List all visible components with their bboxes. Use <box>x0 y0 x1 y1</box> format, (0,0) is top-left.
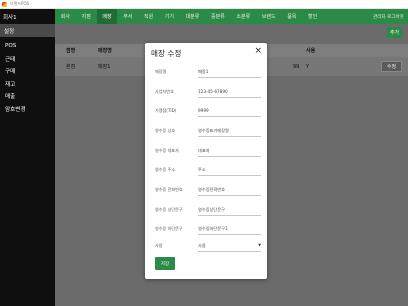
use-select[interactable]: 사용 ▼ <box>198 243 261 252</box>
field-label: 영수증 대표자 <box>155 148 179 153</box>
add-button[interactable]: 추가 <box>387 27 402 38</box>
field-row-business-number: 사업자번호 123-45-67890 <box>145 85 267 99</box>
header-use: 사용 <box>306 48 316 54</box>
receipt-header-input[interactable]: 영수증상단문구 <box>198 207 261 216</box>
top-menu-item-department[interactable]: 부서 <box>117 9 138 24</box>
field-row-receipt-owner: 영수증 대표자 대표자 <box>145 144 267 158</box>
top-menu: 회사 지점 매장 부서 직원 기기 대분류 중분류 소분류 브랜드 품목 할인 <box>55 9 369 24</box>
receipt-phone-input[interactable]: 영수증전화번호 <box>198 187 261 196</box>
sidebar-heading[interactable]: 설정 <box>0 24 55 37</box>
sidebar-item-change-password[interactable]: 암호변경 <box>0 103 55 116</box>
business-number-input[interactable]: 123-45-67890 <box>198 89 261 98</box>
header-branch: 점명 <box>66 48 76 54</box>
close-icon[interactable]: × <box>254 47 262 56</box>
sidebar-item-inventory[interactable]: 재고 <box>0 78 55 91</box>
receipt-owner-input[interactable]: 대표자 <box>198 148 261 157</box>
field-label: 영수증 전화번호 <box>155 187 183 192</box>
field-row-receipt-name: 영수증 상호 영수증표기매장명 <box>145 124 267 138</box>
field-row-tid: 가맹점(TID) 9999 <box>145 104 267 118</box>
field-label: 사업자번호 <box>155 89 174 94</box>
edit-button[interactable]: 수정 <box>381 61 402 72</box>
field-row-receipt-header: 영수증 상단문구 영수증상단문구 <box>145 203 267 217</box>
sidebar-item-pos[interactable]: POS <box>0 40 55 53</box>
top-navbar: 회사1 회사 지점 매장 부서 직원 기기 대분류 중분류 소분류 브랜드 품목… <box>0 9 408 24</box>
field-label: 가맹점(TID) <box>155 108 177 113</box>
field-row-use: 사용 사용 ▼ <box>145 239 267 253</box>
cell-use: Y <box>306 63 310 70</box>
top-menu-item-major-category[interactable]: 대분류 <box>180 9 205 24</box>
sidebar-item-attendance[interactable]: 근태 <box>0 53 55 66</box>
user-logout-link[interactable]: 관리자 로그아웃 <box>368 9 408 24</box>
top-menu-item-brand[interactable]: 브랜드 <box>256 9 281 24</box>
top-menu-item-minor-category[interactable]: 소분류 <box>231 9 256 24</box>
top-menu-item-staff[interactable]: 직원 <box>138 9 159 24</box>
top-menu-item-company[interactable]: 회사 <box>55 9 76 24</box>
app-logo-icon <box>2 1 7 7</box>
field-row-store-name: 매장명 매장1 <box>145 65 267 79</box>
company-name: 회사1 <box>0 9 55 24</box>
top-menu-item-device[interactable]: 기기 <box>159 9 180 24</box>
receipt-address-input[interactable]: 주소 <box>198 167 261 176</box>
cell-tid: 99 <box>293 63 300 70</box>
top-menu-item-product[interactable]: 품목 <box>281 9 302 24</box>
field-label: 사용 <box>155 243 163 248</box>
edit-store-modal: 매장 수정 × 매장명 매장1 사업자번호 123-45-67890 가맹점(T… <box>145 43 267 279</box>
top-menu-item-branch[interactable]: 지점 <box>76 9 97 24</box>
top-menu-item-middle-category[interactable]: 중분류 <box>205 9 230 24</box>
sidebar-item-purchase[interactable]: 구매 <box>0 65 55 78</box>
field-label: 영수증 상호 <box>155 128 176 133</box>
tid-input[interactable]: 9999 <box>198 108 261 117</box>
save-button[interactable]: 저장 <box>155 257 175 270</box>
field-row-receipt-footer: 영수증 하단문구 영수증하단문구1 <box>145 222 267 236</box>
caret-down-icon: ▼ <box>258 243 261 247</box>
sidebar: 설정 POS 근태 구매 재고 매출 암호변경 <box>0 24 55 306</box>
field-label: 영수증 상단문구 <box>155 207 183 212</box>
top-menu-item-store[interactable]: 매장 <box>96 9 118 24</box>
window-titlebar: 브랜드POS <box>0 0 408 9</box>
store-name-input[interactable]: 매장1 <box>198 69 261 78</box>
field-label: 영수증 하단문구 <box>155 226 183 231</box>
header-store: 매장명 <box>98 48 112 54</box>
window-title: 브랜드POS <box>10 1 30 6</box>
cell-branch: 본점 <box>66 64 76 70</box>
sidebar-nav: POS 근태 구매 재고 매출 암호변경 <box>0 37 55 115</box>
field-label: 매장명 <box>155 69 167 74</box>
use-select-value: 사용 <box>198 243 206 248</box>
receipt-footer-input[interactable]: 영수증하단문구1 <box>198 226 261 235</box>
cell-store: 매장1 <box>98 64 111 70</box>
field-row-receipt-phone: 영수증 전화번호 영수증전화번호 <box>145 183 267 197</box>
receipt-name-input[interactable]: 영수증표기매장명 <box>198 128 261 137</box>
sidebar-item-sales[interactable]: 매출 <box>0 90 55 103</box>
top-menu-item-discount[interactable]: 할인 <box>302 9 323 24</box>
field-label: 영수증 주소 <box>155 167 176 172</box>
modal-title: 매장 수정 <box>151 49 182 58</box>
field-row-receipt-address: 영수증 주소 주소 <box>145 163 267 177</box>
